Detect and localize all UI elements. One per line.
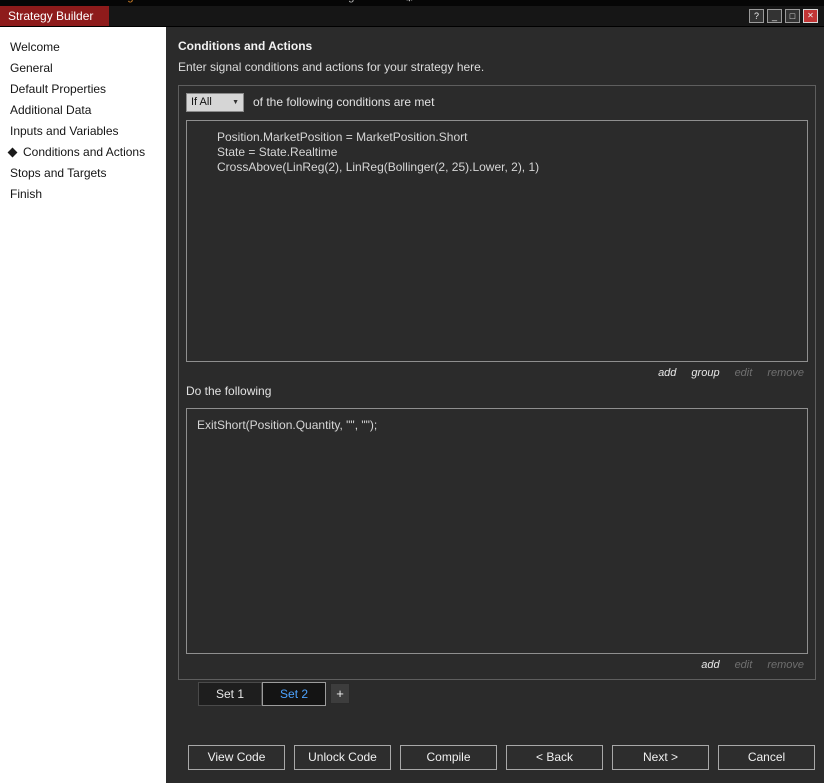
compile-button[interactable]: Compile: [400, 745, 497, 770]
action-add-link[interactable]: add: [701, 659, 719, 673]
diamond-icon: [7, 147, 18, 158]
condition-line[interactable]: State = State.Realtime: [217, 145, 801, 160]
actions-link-row: add edit remove: [186, 659, 804, 673]
chevron-down-icon: ▼: [232, 98, 239, 106]
condition-line[interactable]: CrossAbove(LinReg(2), LinReg(Bollinger(2…: [217, 160, 801, 175]
menubar-item-positions[interactable]: Positions: [180, 0, 225, 3]
match-suffix-label: of the following conditions are met: [253, 95, 435, 109]
actions-section-label: Do the following: [186, 384, 272, 398]
maximize-button[interactable]: □: [785, 9, 800, 23]
sidebar-item-label: Conditions and Actions: [23, 145, 146, 159]
match-type-dropdown[interactable]: If All ▼: [186, 92, 244, 112]
sidebar-item-default-properties[interactable]: Default Properties: [0, 79, 166, 100]
bottom-button-row: View Code Unlock Code Compile < Back Nex…: [178, 745, 816, 770]
condition-edit-link: edit: [734, 367, 753, 379]
view-code-button[interactable]: View Code: [188, 745, 285, 770]
action-remove-link: remove: [767, 659, 804, 671]
condition-remove-link: remove: [767, 367, 804, 379]
window-content: Welcome General Default Properties Addit…: [0, 27, 824, 783]
page-title: Conditions and Actions: [178, 39, 313, 53]
action-line[interactable]: ExitShort(Position.Quantity, "", "");: [197, 418, 801, 433]
sidebar-item-welcome[interactable]: Welcome: [0, 37, 166, 58]
action-edit-link: edit: [734, 659, 753, 671]
sidebar-item-general[interactable]: General: [0, 58, 166, 79]
wizard-sidebar: Welcome General Default Properties Addit…: [0, 27, 166, 783]
menubar-item-accounts[interactable]: Accounts: [268, 0, 313, 3]
next-button[interactable]: Next >: [612, 745, 709, 770]
condition-line[interactable]: Position.MarketPosition = MarketPosition…: [217, 130, 801, 145]
sidebar-item-additional-data[interactable]: Additional Data: [0, 100, 166, 121]
match-type-value: If All: [191, 96, 212, 108]
conditions-link-row: add group edit remove: [186, 367, 804, 381]
sidebar-item-finish[interactable]: Finish: [0, 184, 166, 205]
conditions-list[interactable]: Position.MarketPosition = MarketPosition…: [186, 120, 808, 362]
main-pane: Conditions and Actions Enter signal cond…: [166, 27, 824, 783]
condition-add-link[interactable]: add: [658, 367, 676, 381]
unlock-code-button[interactable]: Unlock Code: [294, 745, 391, 770]
cancel-button[interactable]: Cancel: [718, 745, 815, 770]
conditions-panel: If All ▼ of the following conditions are…: [178, 85, 816, 680]
minimize-button[interactable]: _: [767, 9, 782, 23]
condition-match-row: If All ▼ of the following conditions are…: [186, 92, 808, 112]
window-title: Strategy Builder: [0, 6, 110, 26]
actions-list[interactable]: ExitShort(Position.Quantity, "", "");: [186, 408, 808, 654]
help-button[interactable]: ?: [749, 9, 764, 23]
condition-group-link[interactable]: group: [691, 367, 719, 381]
background-menubar: Strategies Positions Accounts Log ⚙: [0, 0, 824, 6]
sidebar-item-inputs-and-variables[interactable]: Inputs and Variables: [0, 121, 166, 142]
sidebar-item-stops-and-targets[interactable]: Stops and Targets: [0, 163, 166, 184]
back-button[interactable]: < Back: [506, 745, 603, 770]
menubar-item-strategies[interactable]: Strategies: [98, 0, 148, 3]
close-button[interactable]: ✕: [803, 9, 818, 23]
tab-set-2[interactable]: Set 2: [262, 682, 327, 706]
page-subtitle: Enter signal conditions and actions for …: [178, 60, 485, 74]
set-tab-strip: Set 1 Set 2 +: [198, 682, 816, 707]
tab-set-1[interactable]: Set 1: [198, 682, 263, 706]
title-bar: Strategy Builder ? _ □ ✕: [0, 6, 824, 27]
gear-icon[interactable]: ⚙: [404, 0, 415, 4]
menubar-item-log[interactable]: Log: [336, 0, 354, 3]
sidebar-item-conditions-and-actions[interactable]: Conditions and Actions: [0, 142, 166, 163]
add-set-button[interactable]: +: [330, 683, 351, 704]
strategy-builder-window: Strategies Positions Accounts Log ⚙ Stra…: [0, 0, 824, 783]
window-controls: ? _ □ ✕: [749, 6, 824, 26]
